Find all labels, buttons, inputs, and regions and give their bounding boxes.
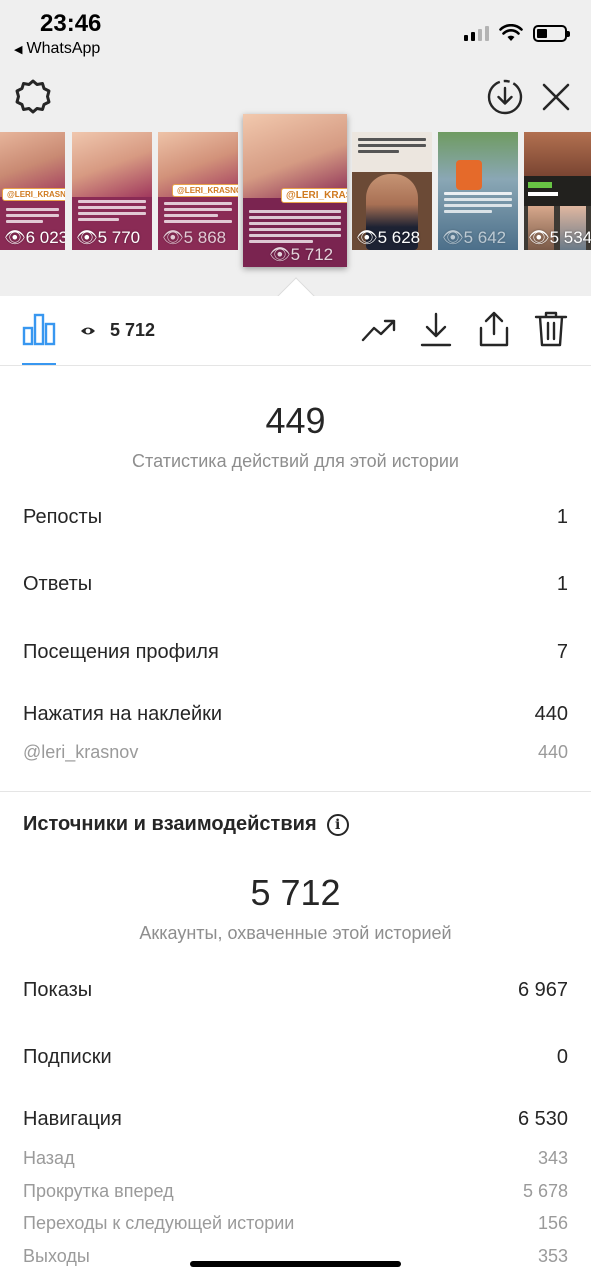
download-circle-icon[interactable] xyxy=(486,78,524,116)
thumbnail-views: 👁5 642 xyxy=(442,228,507,247)
thumbnail-views: 👁5 628 xyxy=(356,228,421,247)
wifi-icon xyxy=(499,24,523,41)
thumbnail-views: 👁5 712 xyxy=(269,245,334,264)
download-icon[interactable] xyxy=(420,312,452,348)
close-icon[interactable] xyxy=(541,82,571,112)
stat-row-reposts: Репосты 1 xyxy=(23,506,568,528)
section-divider xyxy=(0,791,591,792)
actions-total: 449 xyxy=(265,400,326,441)
thumbnail-views: 👁6 023 xyxy=(4,228,65,247)
story-views: 5 712 xyxy=(80,320,155,341)
nav-row-back: Назад 343 xyxy=(23,1148,568,1168)
active-tab-indicator xyxy=(22,363,56,365)
story-insights-screen: 23:46 ◀ WhatsApp @LERI_KRASN 👁6 023 👁5 7… xyxy=(0,0,591,1280)
stat-row-profile-visits: Посещения профиля 7 xyxy=(23,641,568,663)
trash-icon[interactable] xyxy=(534,310,568,348)
status-time: 23:46 xyxy=(40,10,102,37)
stat-row-sticker-taps: Нажатия на наклейки 440 xyxy=(23,703,568,725)
share-icon[interactable] xyxy=(477,310,511,348)
stat-row-sticker-mention: @leri_krasnov 440 xyxy=(23,742,568,762)
story-header: 23:46 ◀ WhatsApp @LERI_KRASN 👁6 023 👁5 7… xyxy=(0,0,591,296)
sources-title: Источники и взаимодействия i xyxy=(23,813,349,836)
story-thumbnail[interactable]: 👁5 770 xyxy=(72,132,152,250)
battery-icon xyxy=(533,24,570,42)
signal-icon xyxy=(464,25,489,41)
stat-row-follows: Подписки 0 xyxy=(23,1046,568,1068)
stat-row-impressions: Показы 6 967 xyxy=(23,979,568,1001)
eye-icon xyxy=(81,327,95,334)
thumbnail-views: 👁5 770 xyxy=(76,228,141,247)
reach-caption: Аккаунты, охваченные этой историей xyxy=(139,923,452,943)
story-thumbnail[interactable]: 👁5 642 xyxy=(438,132,518,250)
insights-toolbar: 5 712 xyxy=(0,296,591,366)
story-thumbnail[interactable]: 👁5 628 xyxy=(352,132,432,250)
story-thumbnail[interactable]: @LERI_KRASNO 👁5 868 xyxy=(158,132,238,250)
story-thumbnail-selected[interactable]: @LERI_KRASNO 👁5 712 xyxy=(243,114,347,267)
gear-icon[interactable] xyxy=(14,78,52,116)
nav-row-forward: Прокрутка вперед 5 678 xyxy=(23,1181,568,1201)
back-app-label: WhatsApp xyxy=(26,40,101,57)
nav-row-next-story: Переходы к следующей истории 156 xyxy=(23,1213,568,1233)
stat-row-replies: Ответы 1 xyxy=(23,573,568,595)
bar-chart-icon[interactable] xyxy=(22,312,56,346)
stat-row-navigation: Навигация 6 530 xyxy=(23,1108,568,1130)
back-arrow-icon: ◀ xyxy=(14,43,23,56)
actions-caption: Статистика действий для этой истории xyxy=(132,451,459,471)
thumbnail-views: 👁5 534 xyxy=(528,228,591,247)
trending-icon[interactable] xyxy=(361,316,397,344)
story-thumbnail[interactable]: @LERI_KRASNO 👁6 023 xyxy=(0,132,65,250)
status-icons xyxy=(464,24,570,42)
back-to-app-link[interactable]: ◀ WhatsApp xyxy=(14,40,100,58)
home-indicator[interactable] xyxy=(190,1261,401,1267)
thumbnail-views: 👁5 868 xyxy=(162,228,227,247)
info-icon[interactable]: i xyxy=(326,813,349,836)
story-thumbnail[interactable]: 👁5 534 xyxy=(524,132,591,250)
reach-total: 5 712 xyxy=(250,872,341,913)
